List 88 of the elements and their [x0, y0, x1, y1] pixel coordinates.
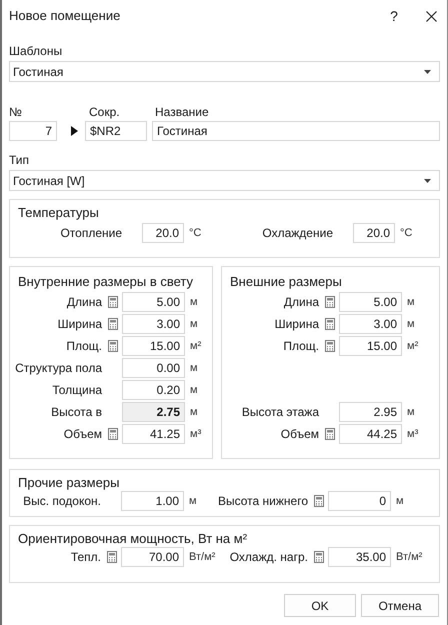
field-label: Длина	[282, 294, 320, 311]
templates-label: Шаблоны	[9, 43, 64, 56]
group-title: Внутренние размеры в свету	[17, 273, 194, 289]
short-label: Сокр.	[88, 104, 121, 121]
field-label: Тепл.	[70, 549, 102, 566]
value-field[interactable]: 5.00	[122, 292, 185, 312]
unit-label: Вт/м²	[188, 550, 214, 565]
value-field[interactable]: 20.0	[353, 223, 395, 243]
value-field[interactable]: 70.00	[121, 547, 184, 567]
field-label: Охлаждение	[261, 225, 334, 242]
number-field[interactable]: 7	[9, 121, 57, 141]
calculator-icon[interactable]	[107, 551, 117, 563]
value-field[interactable]: 0.00	[122, 358, 185, 378]
field-label: Объем	[62, 426, 103, 443]
caret-icon	[424, 70, 431, 74]
cancel-button[interactable]: Отмена	[361, 594, 439, 617]
field-label: Высота в	[50, 404, 103, 421]
group-title: Прочие размеры	[17, 474, 120, 490]
value-field[interactable]: 44.25	[339, 424, 402, 444]
calculator-icon[interactable]	[108, 296, 118, 308]
field-label: Выс. подокон.	[22, 493, 102, 510]
unit-label: °C	[399, 226, 414, 241]
triangle-icon	[71, 126, 78, 136]
templates-dropdown[interactable]: Гостиная	[9, 61, 440, 82]
unit-label: м	[406, 294, 416, 310]
value-field[interactable]: 1.00	[121, 491, 184, 511]
value-field[interactable]: 41.25	[122, 424, 185, 444]
group-title: Внешние размеры	[229, 273, 343, 289]
unit-label: м	[189, 404, 199, 420]
calculator-icon[interactable]	[325, 340, 335, 352]
field-label: Толщина	[51, 382, 103, 399]
value-field[interactable]: 20.0	[142, 223, 184, 243]
unit-label: м	[395, 494, 405, 509]
unit-label: м	[406, 404, 416, 420]
calculator-icon[interactable]	[314, 495, 324, 507]
number-label: №	[9, 104, 23, 121]
value-field[interactable]: 3.00	[339, 314, 402, 334]
name-label: Название	[154, 104, 210, 121]
help-button[interactable]: ?	[384, 6, 404, 26]
field-label: Охлажд. нагр.	[228, 549, 309, 566]
calculator-icon[interactable]	[325, 318, 335, 330]
calculator-icon[interactable]	[314, 551, 324, 563]
unit-label: м	[189, 382, 199, 398]
caret-icon	[424, 178, 431, 182]
calculator-icon[interactable]	[108, 428, 118, 440]
field-label: Объем	[280, 426, 320, 443]
unit-label: м²	[189, 338, 202, 354]
short-field[interactable]: $NR2	[85, 121, 147, 141]
value-field[interactable]: 2.95	[339, 402, 402, 422]
value-field[interactable]: 3.00	[122, 314, 185, 334]
unit-label: м²	[406, 338, 420, 354]
window-title: Новое помещение	[9, 7, 122, 26]
unit-label: м	[189, 360, 199, 376]
value-field[interactable]: 0	[328, 491, 391, 511]
type-dropdown[interactable]: Гостиная [W]	[9, 170, 440, 191]
unit-label: м	[189, 294, 199, 310]
unit-label: Вт/м²	[395, 550, 424, 565]
name-field[interactable]: Гостиная	[152, 121, 440, 141]
calculator-icon[interactable]	[325, 428, 335, 440]
value-field[interactable]: 2.75	[122, 402, 185, 422]
value-field[interactable]: 35.00	[328, 547, 391, 567]
field-label: Ширина	[56, 316, 103, 333]
field-label: Высота этажа	[240, 404, 320, 421]
field-label: Высота нижнего	[217, 493, 309, 510]
close-icon[interactable]	[426, 10, 437, 22]
unit-label: м³	[406, 426, 420, 442]
group-title: Ориентировочная мощность, Вт на м²	[17, 530, 248, 546]
ok-button[interactable]: OK	[284, 594, 356, 617]
field-label: Структура пола	[14, 360, 103, 377]
value-field[interactable]: 15.00	[122, 336, 185, 356]
unit-label: м	[189, 316, 199, 332]
value-field[interactable]: 0.20	[122, 380, 185, 400]
type-label: Тип	[9, 152, 30, 165]
value-field[interactable]: 5.00	[339, 292, 402, 312]
unit-label: °C	[188, 226, 202, 241]
field-label: Площ.	[65, 338, 103, 355]
field-label: Площ.	[282, 338, 320, 355]
calculator-icon[interactable]	[325, 296, 335, 308]
field-label: Ширина	[274, 316, 320, 333]
unit-label: м³	[189, 426, 202, 442]
unit-label: м	[188, 494, 198, 509]
group-title: Температуры	[17, 204, 100, 220]
field-label: Отопление	[59, 225, 123, 242]
calculator-icon[interactable]	[108, 340, 118, 352]
field-label: Длина	[66, 294, 103, 311]
unit-label: м	[406, 316, 416, 332]
value-field[interactable]: 15.00	[339, 336, 402, 356]
calculator-icon[interactable]	[108, 318, 118, 330]
